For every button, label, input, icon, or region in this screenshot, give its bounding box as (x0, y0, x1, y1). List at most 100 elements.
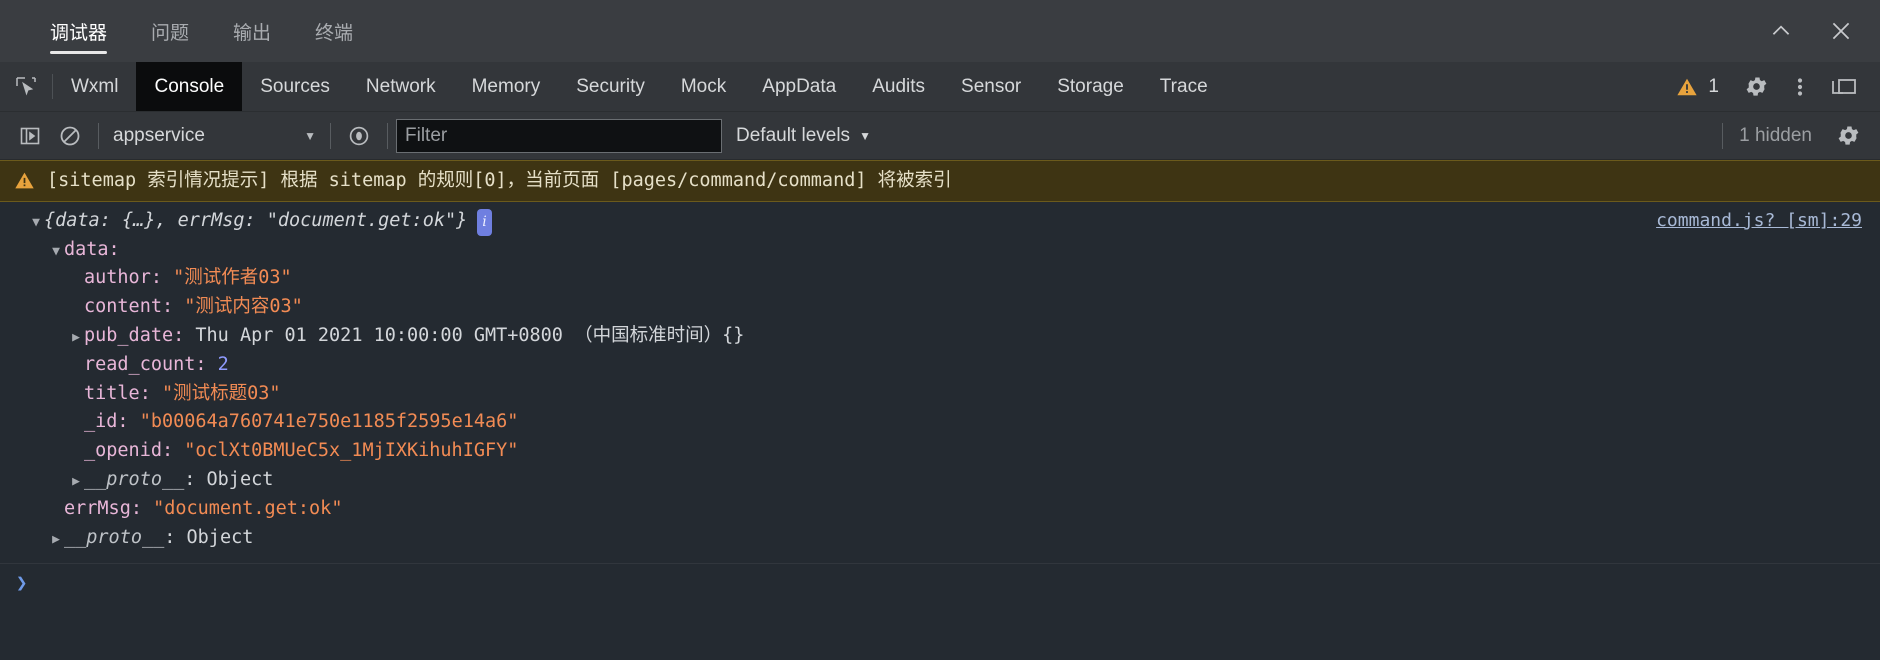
toolbar-divider (330, 122, 331, 149)
property-value: "oclXt0BMUeC5x_1MjIXKihuhIGFY" (184, 440, 519, 462)
expand-arrow-icon[interactable]: ▼ (48, 239, 64, 266)
collapse-arrow-icon[interactable]: ▶ (48, 527, 64, 554)
devtools-tab-actions: 1 (1662, 62, 1880, 111)
tab-memory[interactable]: Memory (454, 62, 559, 111)
property-key: read_count: (84, 353, 218, 375)
window-actions (1768, 0, 1880, 62)
gear-icon[interactable] (1734, 62, 1778, 111)
window-tab-problems[interactable]: 问题 (129, 0, 211, 62)
tab-network[interactable]: Network (348, 62, 454, 111)
tab-sensor[interactable]: Sensor (943, 62, 1039, 111)
filter-input[interactable] (396, 118, 722, 153)
log-level-selector[interactable]: Default levels ▼ (736, 125, 871, 147)
window-tab-label: 输出 (233, 22, 272, 44)
devtools-window: 调试器 问题 输出 终端 Wxml Console Sources Networ… (0, 0, 1880, 660)
tab-console[interactable]: Console (136, 62, 243, 111)
tab-label: Memory (471, 75, 541, 97)
console-sidebar-icon[interactable] (10, 116, 50, 156)
warning-count: 1 (1708, 75, 1719, 97)
inspect-element-icon[interactable] (0, 62, 52, 111)
tab-sources[interactable]: Sources (242, 62, 348, 111)
prompt-caret-icon: ❯ (16, 572, 28, 595)
tree-row-pub-date[interactable]: ▶ pub_date: Thu Apr 01 2021 10:00:00 GMT+… (0, 323, 1880, 352)
warning-message-text: [sitemap 索引情况提示] 根据 sitemap 的规则[0]，当前页面 … (47, 170, 952, 191)
collapse-arrow-icon[interactable]: ▶ (68, 469, 84, 496)
property-key: errMsg: (64, 497, 154, 519)
tab-mock[interactable]: Mock (663, 62, 744, 111)
tree-row-content: ▶content: "测试内容03" (0, 294, 1880, 323)
property-value: "b00064a760741e750e1185f2595e14a6" (139, 411, 519, 433)
tab-label: Audits (872, 75, 926, 97)
warning-triangle-icon (14, 170, 35, 191)
window-tab-label: 调试器 (50, 22, 108, 44)
tab-audits[interactable]: Audits (854, 62, 943, 111)
window-tab-label: 终端 (315, 22, 354, 44)
tree-row-openid: ▶_openid: "oclXt0BMUeC5x_1MjIXKihuhIGFY" (0, 438, 1880, 467)
console-output[interactable]: [sitemap 索引情况提示] 根据 sitemap 的规则[0]，当前页面 … (0, 160, 1880, 660)
tree-row-proto-outer[interactable]: ▶ __proto__: Object (0, 525, 1880, 554)
kebab-menu-icon[interactable] (1778, 62, 1822, 111)
window-tab-terminal[interactable]: 终端 (293, 0, 375, 62)
tab-security[interactable]: Security (558, 62, 663, 111)
source-link[interactable]: command.js? [sm]:29 (1656, 210, 1862, 231)
tab-label: Wxml (71, 75, 119, 97)
console-context-selector[interactable]: appservice ▼ (107, 125, 322, 147)
tree-row-author: ▶author: "测试作者03" (0, 265, 1880, 294)
clear-console-icon[interactable] (50, 116, 90, 156)
console-log-entry: command.js? [sm]:29 ▼ {data: {…}, errMsg:… (0, 202, 1880, 565)
property-value: : Object (164, 526, 254, 548)
object-preview-text: {data: {…}, errMsg: "document.get:ok"} (44, 209, 468, 231)
tab-label: AppData (762, 75, 837, 97)
tab-label: Storage (1057, 75, 1124, 97)
tab-wxml[interactable]: Wxml (53, 62, 136, 111)
collapse-arrow-icon[interactable]: ▶ (68, 325, 84, 352)
property-key: title: (84, 382, 162, 404)
property-value: : Object (184, 468, 274, 490)
chevron-up-icon[interactable] (1768, 18, 1794, 44)
tab-label: Security (576, 75, 645, 97)
dock-panel-icon[interactable] (1822, 62, 1866, 111)
console-filter-toolbar: appservice ▼ Default levels ▼ 1 hidden (0, 112, 1880, 160)
property-value: 2 (217, 353, 229, 375)
property-key: _id: (84, 411, 140, 433)
tree-row-title: ▶title: "测试标题03" (0, 381, 1880, 410)
log-level-value: Default levels (736, 124, 851, 146)
toolbar-divider (98, 122, 99, 149)
log-object-preview-row[interactable]: ▼ {data: {…}, errMsg: "document.get:ok"} i (0, 208, 1880, 237)
property-key: content: (84, 296, 185, 318)
console-context-value: appservice (113, 124, 205, 146)
tab-storage[interactable]: Storage (1039, 62, 1142, 111)
close-icon[interactable] (1828, 18, 1854, 44)
warning-count-indicator[interactable]: 1 (1662, 76, 1733, 98)
tab-label: Sensor (961, 75, 1022, 97)
console-prompt[interactable]: ❯ (0, 564, 1880, 602)
hidden-messages-count[interactable]: 1 hidden (1723, 125, 1828, 147)
tree-row-proto-inner[interactable]: ▶ __proto__: Object (0, 467, 1880, 496)
property-value: "测试标题03" (161, 382, 281, 404)
tab-appdata[interactable]: AppData (744, 62, 854, 111)
info-badge-icon: i (477, 208, 492, 236)
property-key: _openid: (84, 440, 185, 462)
tab-label: Sources (260, 75, 330, 97)
tree-row-data[interactable]: ▼ data: (0, 237, 1880, 266)
filter-toolbar-right: 1 hidden (1722, 116, 1880, 156)
console-warning-message[interactable]: [sitemap 索引情况提示] 根据 sitemap 的规则[0]，当前页面 … (0, 160, 1880, 202)
window-tab-output[interactable]: 输出 (211, 0, 293, 62)
tab-label: Console (154, 75, 225, 97)
property-key: __proto__ (84, 468, 185, 490)
property-key: author: (84, 267, 174, 289)
toolbar-divider (387, 122, 388, 149)
warning-triangle-icon (1676, 76, 1698, 98)
property-value: "document.get:ok" (153, 497, 343, 519)
property-key: pub_date: (84, 324, 196, 346)
expand-arrow-icon[interactable]: ▼ (28, 210, 44, 237)
tree-row-id: ▶_id: "b00064a760741e750e1185f2595e14a6" (0, 409, 1880, 438)
live-expression-icon[interactable] (339, 116, 379, 156)
tab-trace[interactable]: Trace (1142, 62, 1226, 111)
gear-icon[interactable] (1828, 116, 1868, 156)
tab-label: Trace (1159, 75, 1208, 97)
tree-row-read-count: ▶read_count: 2 (0, 352, 1880, 381)
property-value: Thu Apr 01 2021 10:00:00 GMT+0800 （中国标准时… (195, 324, 745, 346)
window-tab-debugger[interactable]: 调试器 (28, 0, 129, 62)
devtools-tab-bar: Wxml Console Sources Network Memory Secu… (0, 62, 1880, 112)
